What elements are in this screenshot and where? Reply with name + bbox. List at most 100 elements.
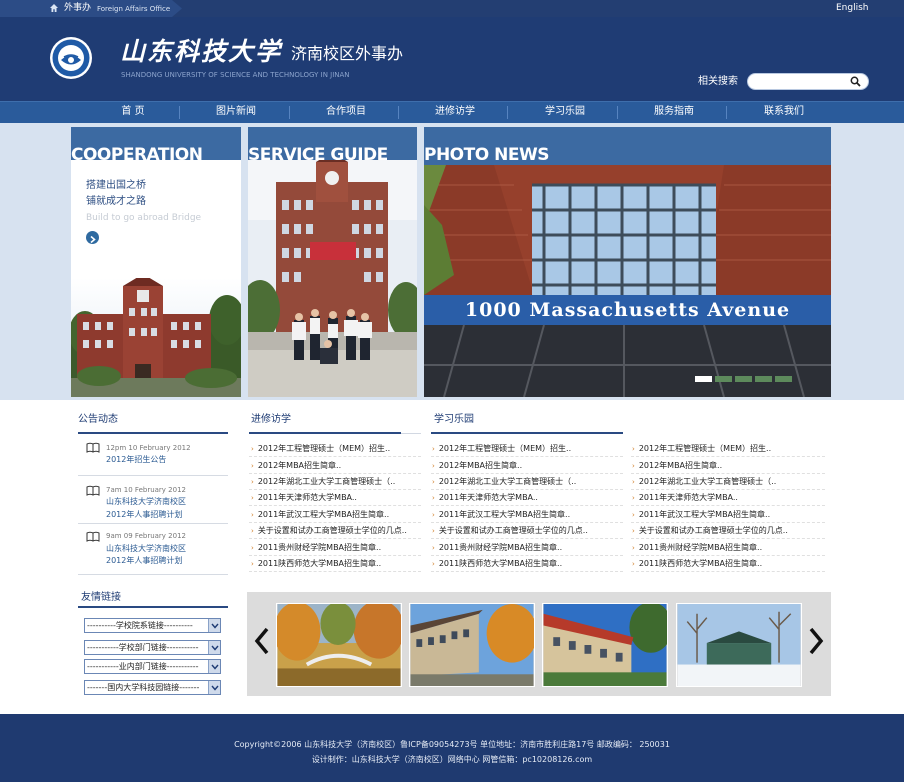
dropdown-arrow-icon[interactable] xyxy=(208,641,220,654)
study-visit-title: 进修访学 xyxy=(251,414,291,425)
footer-credits: 设计制作：山东科技大学（济南校区）网络中心 网管信箱：pc10208126.co… xyxy=(311,755,593,764)
select-value: -------国内大学科技园链接------- xyxy=(87,683,200,692)
service-guide-title: SERVICE GUIDE xyxy=(248,145,388,165)
list-item[interactable]: › 2012年工程管理硕士（MEM）招生.. xyxy=(632,443,771,455)
chevron-left-icon[interactable] xyxy=(254,626,270,656)
nav-divider xyxy=(617,106,618,119)
footer-copyright: Copyright©2006 山东科技大学（济南校区）鲁ICP备09054273… xyxy=(234,740,670,749)
divider xyxy=(631,571,825,572)
list-item[interactable]: › 关于设置和试办工商管理硕士学位的几点.. xyxy=(432,525,588,537)
divider xyxy=(78,475,228,476)
section-underline xyxy=(249,432,401,434)
divider xyxy=(431,538,623,539)
search-icon[interactable] xyxy=(850,76,861,87)
list-item[interactable]: › 2011贵州财经学院MBA招生简章.. xyxy=(632,542,762,554)
announcements-title: 公告动态 xyxy=(78,414,118,425)
english-link[interactable]: English xyxy=(836,2,869,15)
nav-contact[interactable]: 联系我们 xyxy=(729,101,839,123)
list-item[interactable]: › 2011年天津师范大学MBA.. xyxy=(632,492,738,504)
nav-cooperation[interactable]: 合作项目 xyxy=(291,101,401,123)
search-label: 相关搜索 xyxy=(698,76,738,87)
nav-service-guide[interactable]: 服务指南 xyxy=(619,101,729,123)
divider xyxy=(431,571,623,572)
list-item[interactable]: › 2011年天津师范大学MBA.. xyxy=(251,492,357,504)
slide-indicator-dot[interactable] xyxy=(735,376,752,382)
list-item[interactable]: › 2012年MBA招生简章.. xyxy=(432,460,522,472)
gallery-thumb-autumn-park[interactable] xyxy=(276,603,402,687)
announcement-link[interactable]: 2012年人事招聘计划 xyxy=(106,509,182,520)
section-underline xyxy=(78,432,228,434)
school-dept-select[interactable]: -----------学校部门链接----------- xyxy=(84,640,221,655)
divider xyxy=(78,523,228,524)
announcement-link[interactable]: 2012年招生公告 xyxy=(106,454,166,465)
nav-divider xyxy=(726,106,727,119)
industry-dept-select[interactable]: -----------业内部门链接----------- xyxy=(84,659,221,674)
nav-divider xyxy=(179,106,180,119)
list-item[interactable]: › 2012年工程管理硕士（MEM）招生.. xyxy=(251,443,390,455)
divider xyxy=(631,538,825,539)
list-item[interactable]: › 关于设置和试办工商管理硕士学位的几点.. xyxy=(251,525,407,537)
list-item[interactable]: › 2012年工程管理硕士（MEM）招生.. xyxy=(432,443,571,455)
list-item[interactable]: › 2011贵州财经学院MBA招生简章.. xyxy=(432,542,562,554)
list-item[interactable]: › 2011年武汉工程大学MBA招生简章.. xyxy=(632,509,770,521)
cooperation-slogan-2: 铺就成才之路 xyxy=(86,196,146,207)
announcement-link[interactable]: 山东科技大学济南校区 xyxy=(106,496,186,507)
divider xyxy=(249,522,421,523)
home-icon[interactable] xyxy=(49,3,59,13)
divider xyxy=(631,489,825,490)
divider xyxy=(78,574,228,575)
nav-divider xyxy=(289,106,290,119)
list-item[interactable]: › 2012年湖北工业大学工商管理硕士（.. xyxy=(251,476,395,488)
dept-link-select[interactable]: ----------学校院系链接---------- xyxy=(84,618,221,633)
list-item[interactable]: › 2011年武汉工程大学MBA招生简章.. xyxy=(251,509,389,521)
university-emblem-icon[interactable] xyxy=(49,36,93,80)
chevron-right-icon[interactable] xyxy=(808,626,824,656)
list-item[interactable]: › 2011陕西师范大学MBA招生简章.. xyxy=(632,558,762,570)
gallery-thumb-red-roof-building[interactable] xyxy=(542,603,668,687)
list-item[interactable]: › 2011陕西师范大学MBA招生简章.. xyxy=(432,558,562,570)
announcement-date: 7am 10 February 2012 xyxy=(106,486,186,494)
divider xyxy=(249,538,421,539)
announcement-link[interactable]: 2012年人事招聘计划 xyxy=(106,555,182,566)
list-item[interactable]: › 2011年天津师范大学MBA.. xyxy=(432,492,538,504)
list-item[interactable]: › 关于设置和试办工商管理硕士学位的几点.. xyxy=(632,525,788,537)
gallery-thumb-snow-campus[interactable] xyxy=(676,603,802,687)
list-item[interactable]: › 2011陕西师范大学MBA招生简章.. xyxy=(251,558,381,570)
list-item[interactable]: › 2012年MBA招生简章.. xyxy=(632,460,722,472)
dropdown-arrow-icon[interactable] xyxy=(208,619,220,632)
study-park-title: 学习乐园 xyxy=(434,414,474,425)
announcement-link[interactable]: 山东科技大学济南校区 xyxy=(106,543,186,554)
nav-study-park[interactable]: 学习乐园 xyxy=(510,101,620,123)
cooperation-slogan-en: Build to go abroad Bridge xyxy=(86,213,202,223)
list-item[interactable]: › 2012年MBA招生简章.. xyxy=(251,460,341,472)
divider xyxy=(431,489,623,490)
announcement-date: 9am 09 February 2012 xyxy=(106,532,186,540)
arrow-right-icon[interactable] xyxy=(86,231,99,244)
nav-home[interactable]: 首 页 xyxy=(78,101,188,123)
slide-indicator-dot[interactable] xyxy=(715,376,732,382)
divider xyxy=(249,555,421,556)
science-park-select[interactable]: -------国内大学科技园链接------- xyxy=(84,680,221,695)
home-link[interactable]: 外事办 xyxy=(64,2,91,15)
slide-indicator-dot[interactable] xyxy=(695,376,712,382)
nav-study-visit[interactable]: 进修访学 xyxy=(400,101,510,123)
divider xyxy=(431,456,623,457)
list-item[interactable]: › 2012年湖北工业大学工商管理硕士（.. xyxy=(632,476,776,488)
slide-indicator-dot[interactable] xyxy=(775,376,792,382)
slide-indicator-dot[interactable] xyxy=(755,376,772,382)
nav-photo-news[interactable]: 图片新闻 xyxy=(181,101,291,123)
students-photo-image[interactable] xyxy=(248,160,417,397)
list-item[interactable]: › 2011贵州财经学院MBA招生简章.. xyxy=(251,542,381,554)
divider xyxy=(249,489,421,490)
photo-news-slide-image[interactable] xyxy=(424,165,831,397)
dropdown-arrow-icon[interactable] xyxy=(208,660,220,673)
divider xyxy=(249,571,421,572)
photo-news-title: PHOTO NEWS xyxy=(424,145,549,165)
school-name-english: SHANDONG UNIVERSITY OF SCIENCE AND TECHN… xyxy=(121,71,350,79)
list-item[interactable]: › 2012年湖北工业大学工商管理硕士（.. xyxy=(432,476,576,488)
select-value: -----------业内部门链接----------- xyxy=(87,662,199,671)
list-item[interactable]: › 2011年武汉工程大学MBA招生简章.. xyxy=(432,509,570,521)
gallery-thumb-campus-building[interactable] xyxy=(409,603,535,687)
dropdown-arrow-icon[interactable] xyxy=(208,681,220,694)
section-underline xyxy=(431,432,623,434)
